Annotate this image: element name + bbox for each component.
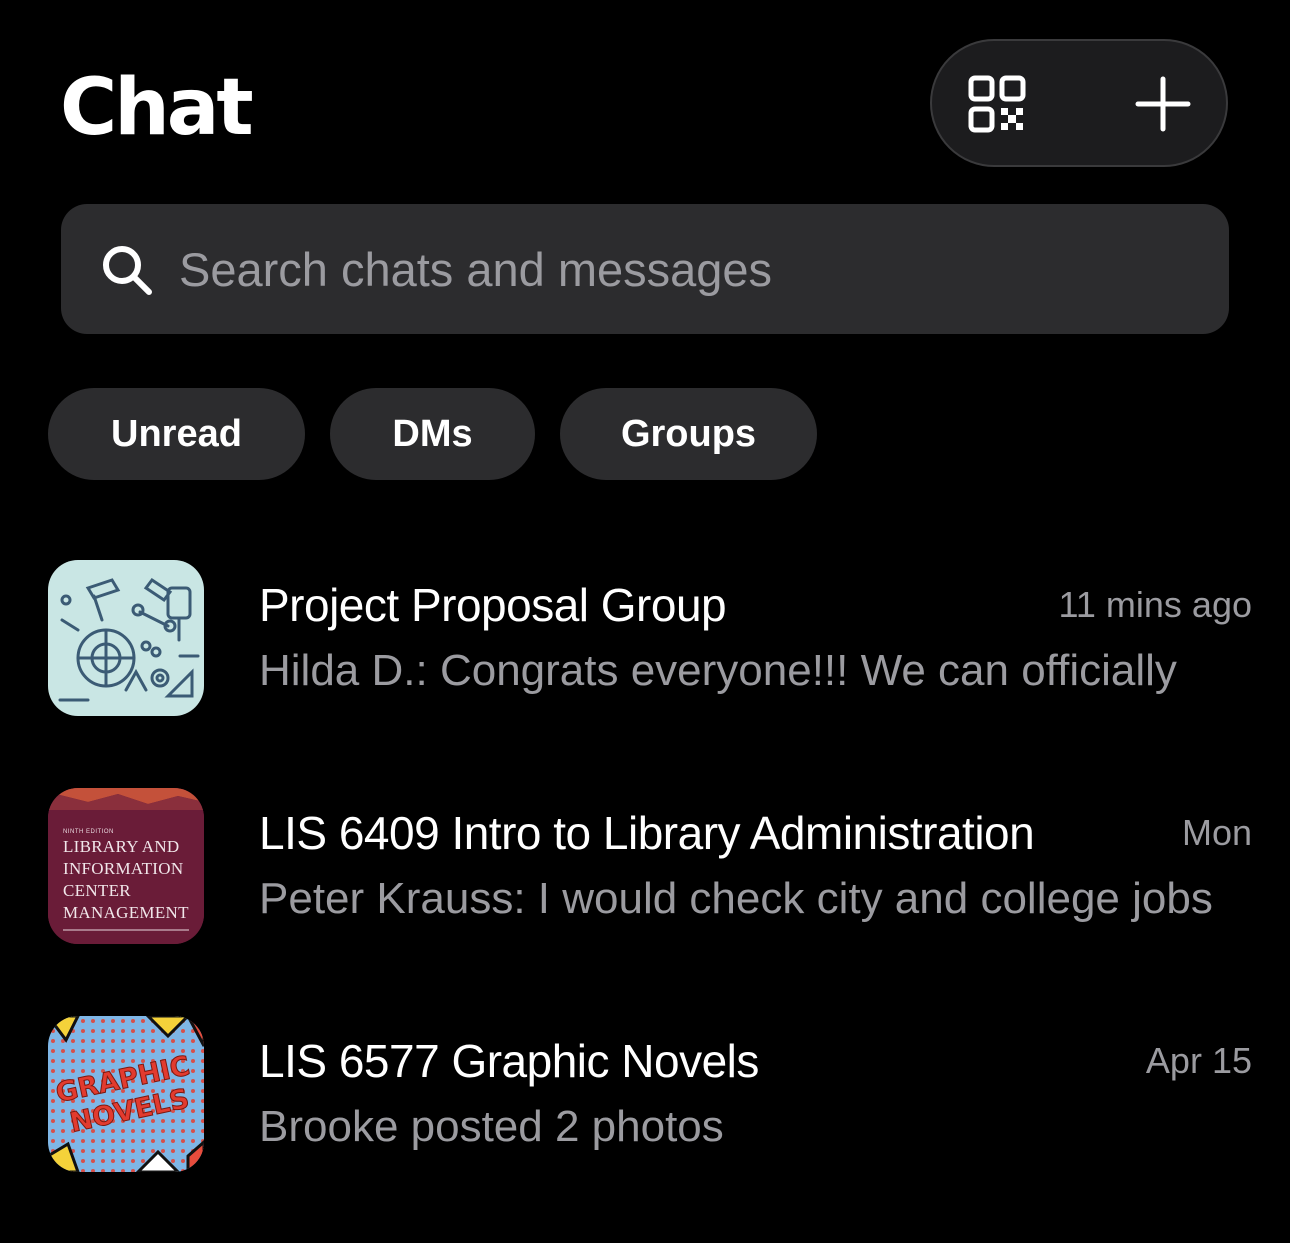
chat-name: LIS 6577 Graphic Novels — [259, 1035, 759, 1087]
filter-groups[interactable]: Groups — [560, 388, 817, 480]
book-cover-title: NINTH EDITION LIBRARY AND INFORMATION CE… — [63, 828, 189, 924]
chat-list-item[interactable]: Project Proposal Group 11 mins ago Hilda… — [0, 540, 1290, 740]
new-chat-button[interactable] — [1128, 69, 1198, 139]
book-title-line: CENTER — [63, 881, 131, 900]
chat-timestamp: 11 mins ago — [1058, 584, 1252, 625]
chat-name: LIS 6409 Intro to Library Administration — [259, 807, 1035, 859]
qr-code-button[interactable] — [962, 69, 1032, 139]
chat-name: Project Proposal Group — [259, 579, 727, 631]
plus-icon — [1135, 76, 1191, 132]
qr-code-icon — [968, 75, 1026, 133]
filter-dms[interactable]: DMs — [330, 388, 535, 480]
header-actions — [930, 39, 1228, 167]
graphic-novels-avatar: GRAPHIC NOVELS — [48, 1016, 204, 1172]
filter-unread[interactable]: Unread — [48, 388, 305, 480]
book-edition: NINTH EDITION — [63, 829, 114, 835]
tools-pattern-avatar — [48, 560, 204, 716]
book-title-line: LIBRARY AND — [63, 837, 180, 856]
chat-preview: Brooke posted 2 photos — [259, 1102, 724, 1151]
search-input[interactable] — [179, 234, 1179, 304]
search-bar[interactable] — [61, 204, 1229, 334]
book-title-line: INFORMATION — [63, 859, 184, 878]
book-title-line: MANAGEMENT — [63, 903, 189, 922]
book-cover-avatar: NINTH EDITION LIBRARY AND INFORMATION CE… — [48, 788, 204, 944]
chat-list-item[interactable]: GRAPHIC NOVELS LIS 6577 Graphic Novels A… — [0, 996, 1290, 1196]
chat-list-item[interactable]: NINTH EDITION LIBRARY AND INFORMATION CE… — [0, 768, 1290, 968]
chat-timestamp: Mon — [1181, 812, 1252, 853]
chat-preview: Peter Krauss: I would check city and col… — [259, 874, 1213, 923]
page-title: Chat — [60, 63, 254, 153]
chat-preview: Hilda D.: Congrats everyone!!! We can of… — [259, 646, 1177, 695]
search-icon — [103, 246, 152, 295]
chat-timestamp: Apr 15 — [1145, 1040, 1252, 1081]
